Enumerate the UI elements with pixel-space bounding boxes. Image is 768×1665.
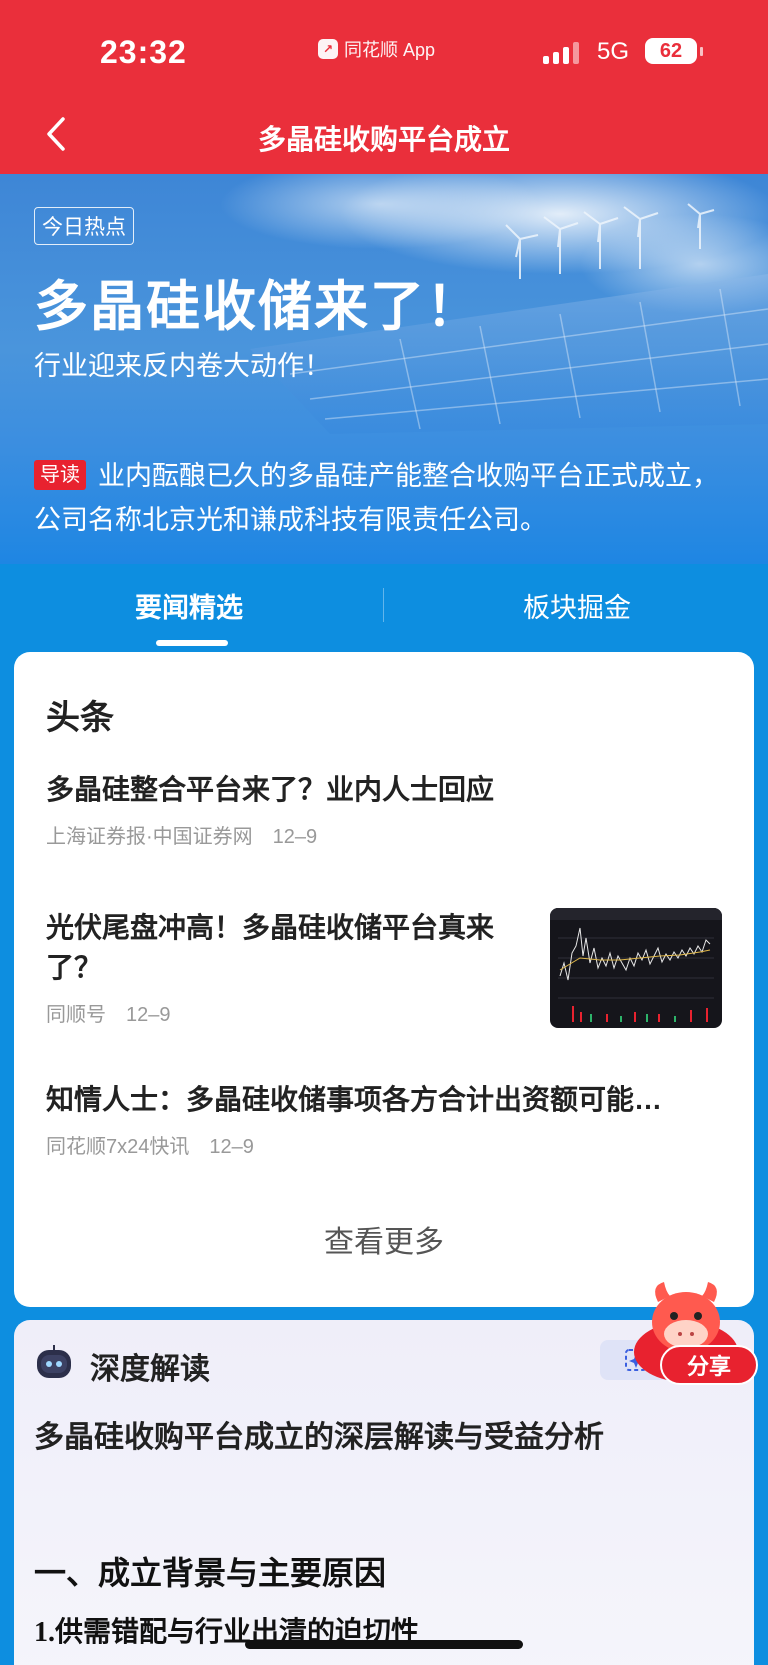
home-indicator: [245, 1640, 523, 1649]
status-bar: 23:32 ↗ 同花顺 App 5G 62: [0, 30, 768, 74]
deep-read-headline: 多晶硅收购平台成立的深层解读与受益分析: [34, 1421, 604, 1454]
view-more-button[interactable]: 查看更多: [14, 1217, 754, 1261]
battery-level: 62: [659, 39, 683, 62]
news-meta: 上海证券报·中国证券网 12–9: [46, 820, 726, 849]
guide-summary: 导读 业内酝酿已久的多晶硅产能整合收购平台正式成立，公司名称北京光和谦成科技有限责…: [34, 454, 734, 542]
tab-news-selection[interactable]: 要闻精选: [135, 586, 243, 625]
news-source: 上海证券报·中国证券网: [46, 826, 253, 848]
headlines-title: 头条: [46, 699, 114, 737]
section-heading: 一、成立背景与主要原因: [34, 1555, 387, 1591]
tab-divider: [383, 588, 384, 622]
news-item[interactable]: 知情人士：多晶硅收储事项各方合计出资额可能… 同花顺7x24快讯 12–9: [46, 1080, 736, 1159]
app-name: 同花顺 App: [344, 40, 436, 60]
share-button[interactable]: 分享: [660, 1345, 758, 1385]
status-time: 23:32: [100, 34, 187, 70]
active-tab-indicator: [156, 640, 228, 646]
app-header: 23:32 ↗ 同花顺 App 5G 62 多晶硅收购平台成立: [0, 0, 768, 174]
hero-subtitle: 行业迎来反内卷大动作！: [34, 351, 331, 381]
headlines-card: 头条 多晶硅整合平台来了？业内人士回应 上海证券报·中国证券网 12–9 光伏尾盘…: [14, 652, 754, 1307]
today-hot-tag: 今日热点: [34, 207, 134, 245]
robot-icon: [37, 1345, 71, 1378]
news-meta: 同花顺7x24快讯 12–9: [46, 1130, 736, 1159]
network-type: 5G: [597, 38, 630, 65]
battery-icon: 62: [645, 38, 703, 64]
news-source: 同顺号: [46, 1004, 106, 1026]
news-item[interactable]: 光伏尾盘冲高！多晶硅收储平台真来了？ 同顺号 12–9: [46, 908, 526, 1027]
news-title: 多晶硅整合平台来了？业内人士回应: [46, 774, 495, 805]
news-title: 光伏尾盘冲高！多晶硅收储平台真来了？: [46, 912, 495, 983]
app-logo-icon: ↗: [318, 39, 338, 59]
page-title: 多晶硅收购平台成立: [257, 124, 510, 155]
deep-read-title: 深度解读: [90, 1353, 210, 1386]
news-meta: 同顺号 12–9: [46, 998, 526, 1027]
hero-banner: 今日热点 多晶硅收储来了！ 行业迎来反内卷大动作！ 导读 业内酝酿已久的多晶硅产能…: [0, 174, 768, 564]
news-date: 12–9: [272, 826, 318, 848]
tab-sector-mining[interactable]: 板块掘金: [523, 586, 631, 625]
signal-icon: [543, 42, 579, 64]
stock-chart-image: [550, 908, 722, 1022]
news-date: 12–9: [209, 1136, 254, 1158]
hero-title: 多晶硅收储来了！: [34, 277, 482, 337]
news-source: 同花顺7x24快讯: [46, 1136, 190, 1158]
tab-bar: 要闻精选 板块掘金: [0, 564, 768, 652]
nav-bar: 多晶硅收购平台成立: [0, 110, 768, 160]
app-indicator: ↗ 同花顺 App: [318, 36, 435, 62]
guide-text: 业内酝酿已久的多晶硅产能整合收购平台正式成立，公司名称北京光和谦成科技有限责任公…: [34, 461, 719, 535]
news-date: 12–9: [126, 1004, 171, 1026]
news-item[interactable]: 多晶硅整合平台来了？业内人士回应 上海证券报·中国证券网 12–9: [46, 770, 726, 849]
stock-chart-thumbnail[interactable]: [550, 908, 722, 1028]
news-title: 知情人士：多晶硅收储事项各方合计出资额可能…: [46, 1084, 663, 1115]
guide-tag: 导读: [34, 460, 86, 490]
